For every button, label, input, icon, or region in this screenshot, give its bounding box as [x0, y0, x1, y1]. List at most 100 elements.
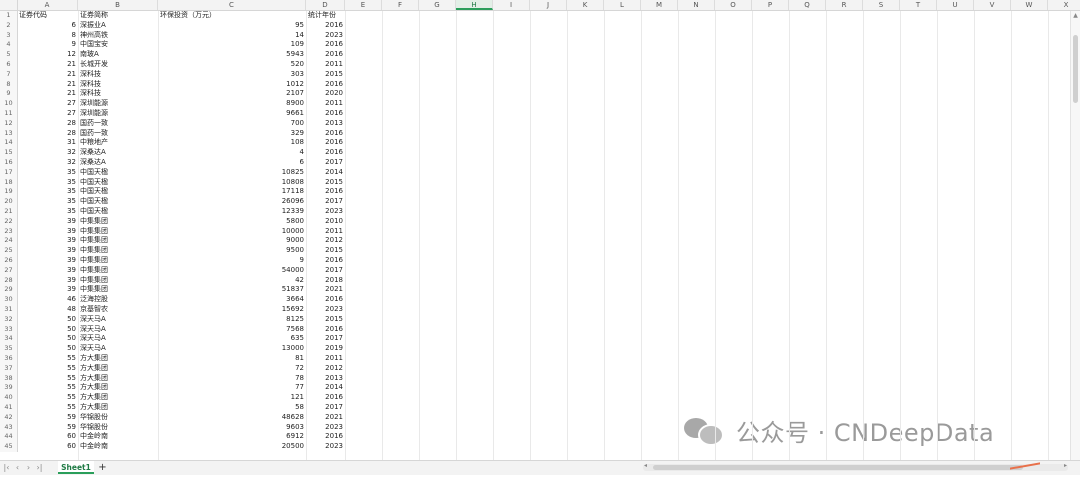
- cell-year[interactable]: 2016: [306, 256, 345, 266]
- cell-name[interactable]: 方大集团: [78, 383, 158, 393]
- cell-code[interactable]: 39: [17, 285, 78, 295]
- cell-invest[interactable]: 9: [158, 256, 306, 266]
- add-sheet-button[interactable]: +: [97, 461, 108, 474]
- row-number[interactable]: 16: [0, 158, 18, 168]
- row-number[interactable]: 3: [0, 30, 18, 41]
- cell-code[interactable]: 21: [17, 70, 78, 80]
- cell-year[interactable]: 2016: [306, 148, 345, 158]
- row-number[interactable]: 19: [0, 187, 18, 198]
- cell-name[interactable]: 深圳能源: [78, 109, 158, 119]
- cell-year[interactable]: 2016: [306, 325, 345, 335]
- cell-invest[interactable]: 635: [158, 334, 306, 344]
- cell-year[interactable]: 2016: [306, 129, 345, 139]
- cell-year[interactable]: 2016: [306, 393, 345, 403]
- row-number[interactable]: 37: [0, 363, 18, 374]
- cell-name[interactable]: 方大集团: [78, 393, 158, 403]
- cell-code[interactable]: 55: [17, 364, 78, 374]
- column-header-m[interactable]: M: [641, 0, 678, 10]
- cell-invest[interactable]: 26096: [158, 197, 306, 207]
- row-number[interactable]: 44: [0, 432, 18, 443]
- cell-year[interactable]: 2016: [306, 109, 345, 119]
- cell-code[interactable]: 39: [17, 256, 78, 266]
- cell-invest[interactable]: 8900: [158, 99, 306, 109]
- cell-invest[interactable]: 81: [158, 354, 306, 364]
- row-number[interactable]: 23: [0, 226, 18, 237]
- cell-invest[interactable]: 329: [158, 129, 306, 139]
- cell-year[interactable]: 2015: [306, 178, 345, 188]
- cell-code[interactable]: 59: [17, 413, 78, 423]
- cell-invest[interactable]: 9500: [158, 246, 306, 256]
- cell-code[interactable]: 28: [17, 129, 78, 139]
- cell-invest[interactable]: 6912: [158, 432, 306, 442]
- cell-year[interactable]: 2019: [306, 344, 345, 354]
- cell-year[interactable]: 2021: [306, 413, 345, 423]
- row-number[interactable]: 39: [0, 383, 18, 394]
- cell-year[interactable]: 2011: [306, 60, 345, 70]
- cell-invest[interactable]: 95: [158, 21, 306, 31]
- cell-name[interactable]: 中集集团: [78, 217, 158, 227]
- cell-invest[interactable]: 42: [158, 276, 306, 286]
- cell-invest[interactable]: 13000: [158, 344, 306, 354]
- cell-code[interactable]: 60: [17, 432, 78, 442]
- scroll-up-arrow-icon[interactable]: ▲: [1071, 11, 1080, 20]
- cell-code[interactable]: 60: [17, 442, 78, 452]
- cell-name[interactable]: 方大集团: [78, 354, 158, 364]
- cell-code[interactable]: 39: [17, 246, 78, 256]
- cell-year[interactable]: 2016: [306, 21, 345, 31]
- column-header-j[interactable]: J: [530, 0, 567, 10]
- cell-invest[interactable]: 58: [158, 403, 306, 413]
- row-number[interactable]: 32: [0, 314, 18, 325]
- row-number[interactable]: 25: [0, 246, 18, 256]
- cell-year[interactable]: 2023: [306, 442, 345, 452]
- cell-invest[interactable]: 5943: [158, 50, 306, 60]
- cell-year[interactable]: 2023: [306, 423, 345, 433]
- cell-invest[interactable]: 8125: [158, 315, 306, 325]
- row-number[interactable]: 2: [0, 20, 18, 31]
- cell-name[interactable]: 中集集团: [78, 276, 158, 286]
- row-number[interactable]: 12: [0, 118, 18, 129]
- prev-sheet-icon[interactable]: ‹: [13, 462, 22, 474]
- cell-name[interactable]: 中国宝安: [78, 40, 158, 50]
- row-number[interactable]: 38: [0, 373, 18, 384]
- cell-invest[interactable]: 9661: [158, 109, 306, 119]
- cell-year[interactable]: 2023: [306, 207, 345, 217]
- cell-invest[interactable]: 2107: [158, 89, 306, 99]
- cell-year[interactable]: 2011: [306, 99, 345, 109]
- first-sheet-icon[interactable]: |‹: [2, 462, 11, 474]
- cell-year[interactable]: 2010: [306, 217, 345, 227]
- row-number[interactable]: 35: [0, 344, 18, 354]
- cell-invest[interactable]: 10000: [158, 227, 306, 237]
- cell-year[interactable]: 2016: [306, 295, 345, 305]
- cell-code[interactable]: 12: [17, 50, 78, 60]
- column-header-g[interactable]: G: [419, 0, 456, 10]
- cell-name[interactable]: 神州高铁: [78, 31, 158, 41]
- cell-year[interactable]: 2017: [306, 403, 345, 413]
- cell-name[interactable]: 华锦股份: [78, 423, 158, 433]
- cell-invest[interactable]: 520: [158, 60, 306, 70]
- cell-code[interactable]: 32: [17, 148, 78, 158]
- cell-name[interactable]: 深天马A: [78, 344, 158, 354]
- column-header-d[interactable]: D: [306, 0, 345, 10]
- row-number[interactable]: 21: [0, 207, 18, 217]
- cell-name[interactable]: 深振业A: [78, 21, 158, 31]
- column-header-x[interactable]: X: [1048, 0, 1080, 10]
- row-number[interactable]: 10: [0, 99, 18, 109]
- cell-name[interactable]: 深科技: [78, 70, 158, 80]
- column-header-e[interactable]: E: [345, 0, 382, 10]
- cell-name[interactable]: 深天马A: [78, 334, 158, 344]
- cell-invest[interactable]: 9000: [158, 236, 306, 246]
- row-number[interactable]: 24: [0, 236, 18, 247]
- cell-invest[interactable]: 9603: [158, 423, 306, 433]
- cell-name[interactable]: 中国天楹: [78, 187, 158, 197]
- column-header-k[interactable]: K: [567, 0, 604, 10]
- row-number[interactable]: 4: [0, 40, 18, 51]
- cell-year[interactable]: 2016: [306, 432, 345, 442]
- cell-code[interactable]: 39: [17, 266, 78, 276]
- cell-year[interactable]: 2012: [306, 236, 345, 246]
- row-number[interactable]: 11: [0, 109, 18, 119]
- cell-year[interactable]: 2013: [306, 374, 345, 384]
- row-number[interactable]: 31: [0, 305, 18, 315]
- cell-name[interactable]: 深天马A: [78, 315, 158, 325]
- row-number[interactable]: 7: [0, 69, 18, 80]
- column-header-r[interactable]: R: [826, 0, 863, 10]
